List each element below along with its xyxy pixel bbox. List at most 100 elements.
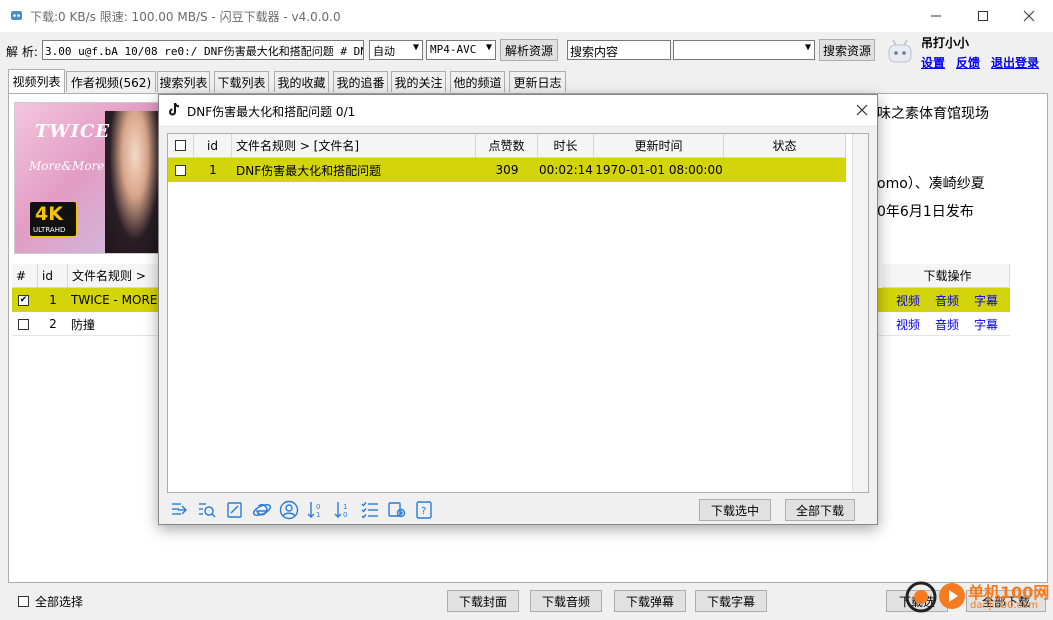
avatar[interactable] <box>884 36 916 68</box>
video-link[interactable]: 视频 <box>896 312 920 336</box>
header-id: id <box>38 264 68 288</box>
video-parts-dialog: DNF伤害最大化和搭配问题 0/1 id 文件名规则 > [文件名] 点赞数 时… <box>158 94 878 525</box>
tab-his-channel[interactable]: 他的频道 <box>450 71 505 92</box>
video-link[interactable]: 视频 <box>896 288 920 312</box>
row-name: TWICE - MORE <box>71 293 158 307</box>
close-icon[interactable] <box>1006 0 1052 32</box>
chevron-down-icon: ▼ <box>412 42 419 53</box>
download-danmaku-button[interactable]: 下载弹幕 <box>614 590 686 612</box>
header-status: 状态 <box>724 134 846 158</box>
chevron-down-icon: ▼ <box>804 42 811 53</box>
settings-link[interactable]: 设置 <box>921 54 945 71</box>
dialog-title: DNF伤害最大化和搭配问题 0/1 <box>187 105 356 119</box>
search-button[interactable]: 搜索资源 <box>819 39 875 61</box>
header-name: 文件名规则 > [文件名] <box>232 134 476 158</box>
edit-icon[interactable] <box>224 499 246 521</box>
header-download-ops: 下载操作 <box>882 264 1010 288</box>
svg-text:0: 0 <box>343 511 347 519</box>
parse-label: 解 析: <box>6 45 38 59</box>
settings-gear-icon[interactable] <box>386 499 408 521</box>
parse-url-input[interactable]: 3.00 u@f.bA 10/08 re0:/ DNF伤害最大化和搭配问题 # … <box>42 40 364 60</box>
feedback-link[interactable]: 反馈 <box>956 54 980 71</box>
row-name: 防撞 <box>71 317 96 332</box>
row-likes: 309 <box>495 163 519 177</box>
header-duration: 时长 <box>538 134 594 158</box>
watermark-logo-icon <box>905 581 937 613</box>
download-cover-button[interactable]: 下载封面 <box>447 590 519 612</box>
app-icon <box>10 9 23 22</box>
select-all-label[interactable]: 全部选择 <box>35 593 83 610</box>
table-row[interactable]: 1 DNF伤害最大化和搭配问题 309 00:02:14 1970-01-01 … <box>168 158 846 182</box>
tab-search-list[interactable]: 搜索列表 <box>157 71 210 92</box>
row-checkbox[interactable]: ✔ <box>18 288 34 312</box>
thumbnail-subtitle: More&More <box>29 159 105 173</box>
audio-link[interactable]: 音频 <box>935 312 959 336</box>
browser-icon[interactable] <box>251 499 273 521</box>
sort-asc-icon[interactable]: 01 <box>305 499 327 521</box>
tab-my-follows[interactable]: 我的关注 <box>391 71 446 92</box>
search-input[interactable]: 搜索内容 <box>567 40 671 60</box>
format-value: MP4-AVC <box>430 43 477 56</box>
vertical-scrollbar[interactable] <box>852 134 868 492</box>
minimize-icon[interactable] <box>913 0 959 32</box>
export-list-icon[interactable] <box>169 499 191 521</box>
row-id: 1 <box>49 293 57 307</box>
download-all-button[interactable]: 全部下载 <box>785 499 855 521</box>
checkbox[interactable] <box>175 140 186 151</box>
header-name: 文件名规则 > <box>68 264 168 288</box>
tab-author-videos[interactable]: 作者视频(562) <box>66 71 156 92</box>
row-checkbox[interactable] <box>18 312 34 336</box>
subtitle-link[interactable]: 字幕 <box>974 312 998 336</box>
dialog-parts-table: id 文件名规则 > [文件名] 点赞数 时长 更新时间 状态 1 DNF伤害最… <box>167 133 869 493</box>
tiktok-icon <box>169 102 180 116</box>
tab-favorites[interactable]: 我的收藏 <box>274 71 329 92</box>
dialog-title-bar: DNF伤害最大化和搭配问题 0/1 <box>159 95 877 125</box>
row-updated: 1970-01-01 08:00:00 <box>595 163 723 177</box>
search-type-select[interactable]: ▼ <box>673 40 815 60</box>
watermark-play-icon <box>939 583 965 609</box>
download-selected-button[interactable]: 下载选中 <box>699 499 771 521</box>
sort-desc-icon[interactable]: 10 <box>332 499 354 521</box>
format-select[interactable]: MP4-AVC ▼ <box>426 40 496 60</box>
header-select-all[interactable] <box>168 134 194 158</box>
watermark-sub: danji100.com <box>970 600 1038 611</box>
tab-following-shows[interactable]: 我的追番 <box>333 71 388 92</box>
uhd-badge-text: 4K <box>35 203 63 225</box>
chevron-down-icon: ▼ <box>485 42 492 53</box>
window-title: 下载:0 KB/s 限速: 100.00 MB/S - 闪豆下载器 - v4.0… <box>30 10 341 24</box>
maximize-icon[interactable] <box>960 0 1006 32</box>
checkbox[interactable] <box>18 596 29 607</box>
help-icon[interactable]: ? <box>413 499 435 521</box>
user-icon[interactable] <box>278 499 300 521</box>
row-status <box>724 158 846 182</box>
video-info-line3: 0年6月1日发布 <box>877 204 974 220</box>
parse-button[interactable]: 解析资源 <box>500 39 558 61</box>
svg-text:1: 1 <box>343 503 347 511</box>
download-subtitle-button[interactable]: 下载字幕 <box>695 590 767 612</box>
thumbnail-title: TWICE <box>35 121 111 142</box>
tab-changelog[interactable]: 更新日志 <box>509 71 566 92</box>
audio-link[interactable]: 音频 <box>935 288 959 312</box>
header-num: # <box>12 264 38 288</box>
select-all-checkbox[interactable] <box>18 594 29 608</box>
search-list-icon[interactable] <box>196 499 218 521</box>
svg-text:0: 0 <box>316 503 320 511</box>
subtitle-link[interactable]: 字幕 <box>974 288 998 312</box>
tab-video-list[interactable]: 视频列表 <box>8 69 65 93</box>
tab-download-list[interactable]: 下载列表 <box>214 71 269 92</box>
title-bar: 下载:0 KB/s 限速: 100.00 MB/S - 闪豆下载器 - v4.0… <box>0 0 1053 32</box>
checkbox[interactable] <box>175 164 186 176</box>
checklist-icon[interactable] <box>359 499 381 521</box>
logout-link[interactable]: 退出登录 <box>991 54 1039 71</box>
row-checkbox[interactable] <box>175 158 186 182</box>
header-likes: 点赞数 <box>476 134 538 158</box>
dialog-close-icon[interactable] <box>853 101 871 119</box>
user-name: 吊打小小 <box>921 36 970 50</box>
row-name: DNF伤害最大化和搭配问题 <box>236 163 382 178</box>
checkbox[interactable] <box>18 318 29 330</box>
row-id: 2 <box>49 317 57 331</box>
download-audio-button[interactable]: 下载音频 <box>530 590 602 612</box>
quality-select[interactable]: 自动 ▼ <box>369 40 423 60</box>
checkbox[interactable]: ✔ <box>18 294 29 306</box>
svg-text:1: 1 <box>316 511 320 519</box>
